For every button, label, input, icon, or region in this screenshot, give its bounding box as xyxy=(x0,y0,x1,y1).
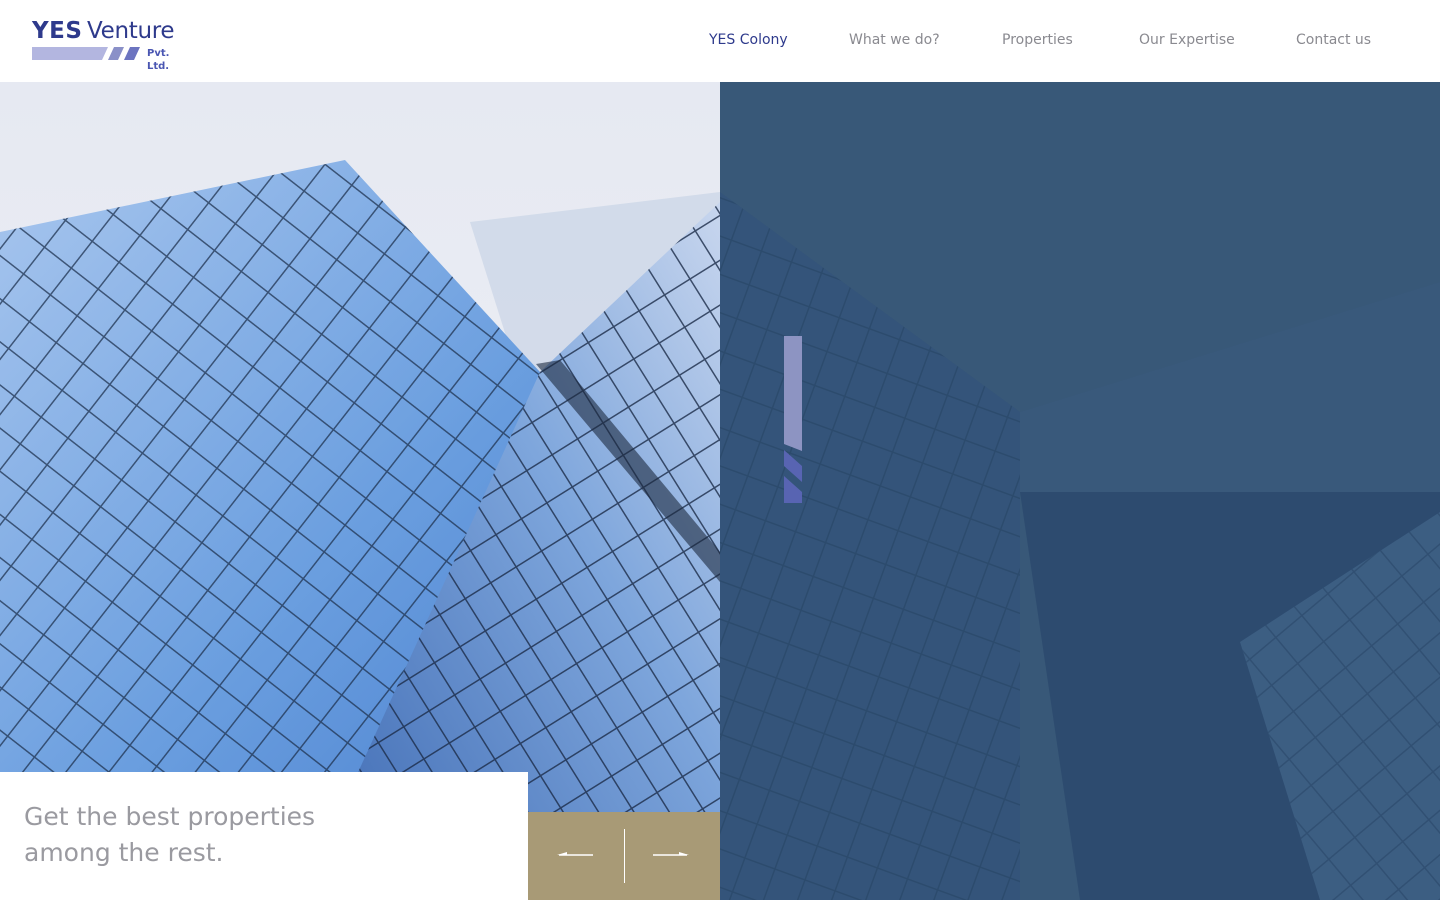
slider-next-button[interactable] xyxy=(624,812,720,900)
site-header: YES Venture Pvt. Ltd. YES Colony What we… xyxy=(0,0,1440,82)
accent-stripe-icon xyxy=(784,336,802,503)
slider-controls xyxy=(528,812,720,900)
logo-suffix: Pvt. Ltd. xyxy=(147,48,170,72)
hero-caption: Get the best properties among the rest. xyxy=(24,799,504,871)
hero-caption-line-1: Get the best properties xyxy=(24,802,316,831)
logo-wordmark-bold: YES xyxy=(32,18,83,44)
nav-item-contact-us[interactable]: Contact us xyxy=(1296,31,1371,49)
nav-item-properties[interactable]: Properties xyxy=(1002,31,1073,49)
nav-item-yes-colony[interactable]: YES Colony xyxy=(709,31,788,49)
building-overlay-illustration xyxy=(720,82,1440,900)
hero-overlay-panel xyxy=(720,82,1440,900)
slider-prev-button[interactable] xyxy=(528,812,624,900)
brand-logo[interactable]: YES Venture Pvt. Ltd. xyxy=(32,18,194,72)
hero-caption-card: Get the best properties among the rest. xyxy=(0,772,528,900)
hero-caption-line-2: among the rest. xyxy=(24,838,224,867)
arrow-left-icon xyxy=(557,852,593,856)
nav-item-our-expertise[interactable]: Our Expertise xyxy=(1139,31,1235,49)
logo-wordmark-regular: Venture xyxy=(87,18,175,44)
arrow-right-icon xyxy=(653,852,689,856)
nav-item-what-we-do[interactable]: What we do? xyxy=(849,31,940,49)
